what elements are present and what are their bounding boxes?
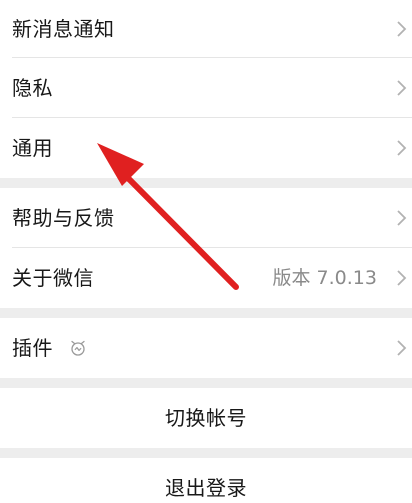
- settings-item-general[interactable]: 通用: [0, 118, 412, 178]
- chevron-right-icon: [397, 21, 407, 37]
- settings-screen: 新消息通知 隐私 通用 帮助与反馈 关于微信 版本 7.0.13 插件 切换帐号…: [0, 0, 412, 503]
- settings-item-label: 通用: [12, 136, 53, 160]
- plugin-icon: [71, 340, 85, 356]
- settings-item-help-feedback[interactable]: 帮助与反馈: [0, 188, 412, 248]
- settings-item-label: 帮助与反馈: [12, 206, 115, 230]
- settings-item-label: 关于微信: [12, 266, 94, 290]
- chevron-right-icon: [397, 140, 407, 156]
- settings-item-new-message-notification[interactable]: 新消息通知: [0, 0, 412, 58]
- chevron-right-icon: [397, 270, 407, 286]
- settings-item-privacy[interactable]: 隐私: [0, 58, 412, 118]
- switch-account-label: 切换帐号: [165, 406, 247, 430]
- chevron-right-icon: [397, 210, 407, 226]
- chevron-right-icon: [397, 80, 407, 96]
- settings-item-about-wechat[interactable]: 关于微信 版本 7.0.13: [0, 248, 412, 308]
- settings-item-label: 插件: [12, 336, 53, 360]
- settings-item-label: 新消息通知: [12, 17, 115, 41]
- chevron-right-icon: [397, 340, 407, 356]
- version-text: 版本 7.0.13: [272, 266, 377, 289]
- settings-item-plugins[interactable]: 插件: [0, 318, 412, 378]
- settings-item-label: 隐私: [12, 76, 53, 100]
- logout-label: 退出登录: [165, 476, 247, 500]
- logout-button[interactable]: 退出登录: [0, 458, 412, 503]
- switch-account-button[interactable]: 切换帐号: [0, 388, 412, 448]
